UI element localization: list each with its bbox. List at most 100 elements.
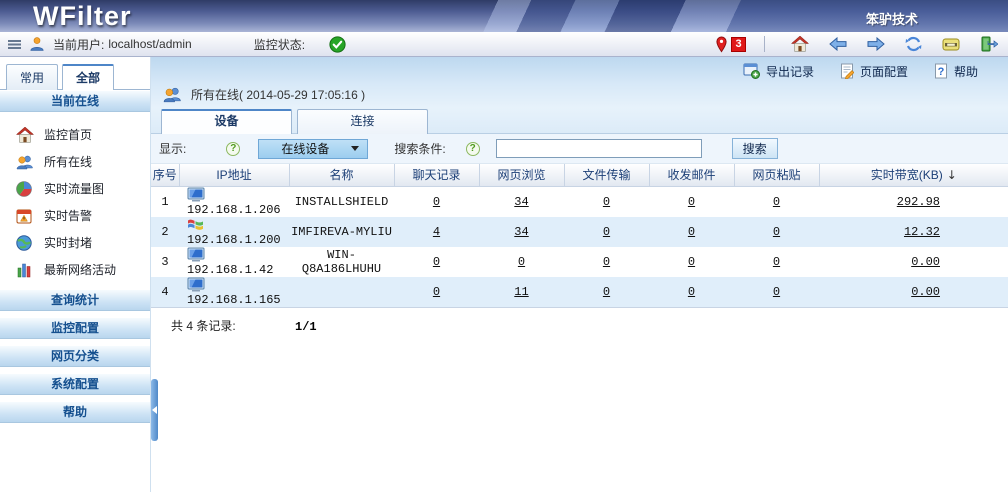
wfilter-app: WFilter 笨驴技术 当前用户: localhost/admin 监控状态:…	[0, 0, 1008, 492]
tab-connections[interactable]: 连接	[297, 109, 428, 134]
pin-icon[interactable]	[714, 36, 729, 53]
row-paste-cell: 0	[734, 277, 819, 307]
refresh-icon[interactable]	[905, 36, 922, 52]
sidebar-section-current-online[interactable]: 当前在线	[0, 90, 150, 112]
row-web-cell: 0	[479, 247, 564, 277]
file-count-link[interactable]: 0	[603, 255, 610, 269]
sidebar-tab-common[interactable]: 常用	[6, 64, 58, 90]
bandwidth-link[interactable]: 12.32	[904, 225, 940, 239]
row-ip-cell: 192.168.1.200	[179, 217, 289, 247]
paste-count-link[interactable]: 0	[773, 225, 780, 239]
globe-block-icon	[16, 235, 34, 251]
row-ip: 192.168.1.165	[187, 293, 281, 307]
col-chat[interactable]: 聊天记录	[394, 164, 479, 186]
mail-count-link[interactable]: 0	[688, 225, 695, 239]
sidebar-section-monitor-config[interactable]: 监控配置	[0, 317, 150, 339]
paste-count-link[interactable]: 0	[773, 195, 780, 209]
sidebar-item-label: 实时流量图	[44, 180, 104, 197]
col-name[interactable]: 名称	[289, 164, 394, 186]
help-button[interactable]: ? 帮助	[934, 63, 978, 80]
search-input[interactable]	[496, 139, 702, 158]
header-building-image	[454, 0, 1008, 32]
chat-count-link[interactable]: 0	[433, 255, 440, 269]
mail-count-link[interactable]: 0	[688, 285, 695, 299]
monitor-icon	[187, 187, 205, 202]
row-ip: 192.168.1.206	[187, 203, 281, 217]
sidebar-tab-all[interactable]: 全部	[62, 64, 114, 90]
alert-count-badge[interactable]: 3	[731, 37, 746, 52]
alarm-icon	[16, 208, 34, 224]
page-config-button[interactable]: 页面配置	[840, 63, 908, 80]
col-bandwidth[interactable]: 实时带宽(KB)↓	[819, 164, 1008, 186]
help-doc-icon: ?	[934, 63, 948, 79]
current-user-label: 当前用户:	[53, 36, 104, 53]
sidebar-section-system-config[interactable]: 系统配置	[0, 373, 150, 395]
mail-count-link[interactable]: 0	[688, 195, 695, 209]
file-count-link[interactable]: 0	[603, 225, 610, 239]
row-paste-cell: 0	[734, 217, 819, 247]
online-devices-table: 序号 IP地址 名称 聊天记录 网页浏览 文件传输 收发邮件 网页粘贴 实时带宽…	[151, 164, 1008, 307]
sidebar-item-label: 实时告警	[44, 207, 92, 224]
chevron-down-icon	[351, 146, 359, 155]
row-ip: 192.168.1.42	[187, 263, 273, 277]
table-footer: 共 4 条记录: 1/1	[151, 307, 1008, 334]
forward-arrow-icon[interactable]	[867, 37, 885, 51]
chat-count-link[interactable]: 4	[433, 225, 440, 239]
sidebar: 常用 全部 当前在线 监控首页 所有在线	[0, 57, 151, 492]
web-count-link[interactable]: 34	[514, 225, 528, 239]
content-tab-bar: 设备 连接	[151, 108, 1008, 134]
tab-devices[interactable]: 设备	[161, 109, 292, 134]
snapshot-icon[interactable]	[942, 38, 960, 51]
col-mail[interactable]: 收发邮件	[649, 164, 734, 186]
file-count-link[interactable]: 0	[603, 195, 610, 209]
windows-icon	[187, 217, 205, 232]
help-label: 帮助	[954, 63, 978, 80]
sidebar-item-latest-activity[interactable]: 最新网络活动	[0, 256, 150, 283]
table-header: 序号 IP地址 名称 聊天记录 网页浏览 文件传输 收发邮件 网页粘贴 实时带宽…	[151, 164, 1008, 186]
paste-count-link[interactable]: 0	[773, 285, 780, 299]
chat-count-link[interactable]: 0	[433, 285, 440, 299]
sidebar-item-realtime-traffic[interactable]: 实时流量图	[0, 175, 150, 202]
sidebar-item-realtime-alert[interactable]: 实时告警	[0, 202, 150, 229]
app-body: 常用 全部 当前在线 监控首页 所有在线	[0, 57, 1008, 492]
paste-count-link[interactable]: 0	[773, 255, 780, 269]
sidebar-item-all-online[interactable]: 所有在线	[0, 148, 150, 175]
sidebar-item-monitor-home[interactable]: 监控首页	[0, 121, 150, 148]
bandwidth-link[interactable]: 0.00	[911, 285, 940, 299]
chat-count-link[interactable]: 0	[433, 195, 440, 209]
top-toolbar: 当前用户: localhost/admin 监控状态: 3	[0, 32, 1008, 57]
sidebar-item-realtime-block[interactable]: 实时封堵	[0, 229, 150, 256]
col-index[interactable]: 序号	[151, 164, 179, 186]
col-file[interactable]: 文件传输	[564, 164, 649, 186]
sidebar-section-help[interactable]: 帮助	[0, 401, 150, 423]
logout-icon[interactable]	[980, 36, 998, 52]
file-count-link[interactable]: 0	[603, 285, 610, 299]
monitor-icon	[187, 277, 205, 292]
sidebar-section-query-stats[interactable]: 查询统计	[0, 289, 150, 311]
web-count-link[interactable]: 0	[518, 255, 525, 269]
col-ip[interactable]: IP地址	[179, 164, 289, 186]
col-paste[interactable]: 网页粘贴	[734, 164, 819, 186]
sidebar-item-label: 监控首页	[44, 126, 92, 143]
device-filter-value: 在线设备	[259, 140, 351, 157]
back-arrow-icon[interactable]	[829, 37, 847, 51]
display-help-icon[interactable]: ?	[226, 142, 240, 156]
export-records-button[interactable]: 导出记录	[743, 63, 814, 80]
web-count-link[interactable]: 11	[514, 285, 528, 299]
sidebar-section-web-category[interactable]: 网页分类	[0, 345, 150, 367]
col-web[interactable]: 网页浏览	[479, 164, 564, 186]
row-paste-cell: 0	[734, 186, 819, 217]
mail-count-link[interactable]: 0	[688, 255, 695, 269]
menu-icon[interactable]	[8, 40, 21, 49]
bandwidth-link[interactable]: 292.98	[897, 195, 940, 209]
monitor-status-label: 监控状态:	[254, 36, 305, 53]
row-mail-cell: 0	[649, 247, 734, 277]
home-icon[interactable]	[791, 36, 809, 52]
search-button[interactable]: 搜索	[732, 138, 778, 159]
bandwidth-link[interactable]: 0.00	[911, 255, 940, 269]
device-filter-dropdown[interactable]: 在线设备	[258, 139, 368, 159]
sidebar-collapse-handle[interactable]	[151, 379, 158, 441]
search-help-icon[interactable]: ?	[466, 142, 480, 156]
app-logo: WFilter	[33, 1, 132, 32]
web-count-link[interactable]: 34	[514, 195, 528, 209]
